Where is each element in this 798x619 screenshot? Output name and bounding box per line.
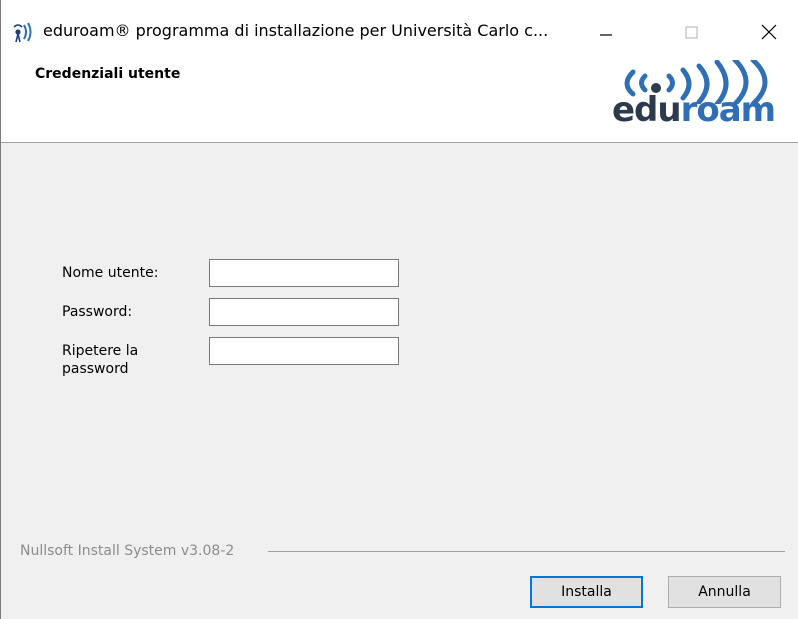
- cancel-button[interactable]: Annulla: [668, 576, 781, 608]
- maximize-icon[interactable]: [673, 10, 719, 52]
- username-field[interactable]: [209, 259, 399, 287]
- repeat-password-field[interactable]: [209, 337, 399, 365]
- installer-window: eduroam® programma di installazione per …: [0, 0, 798, 619]
- username-label: Nome utente:: [62, 265, 159, 281]
- install-button[interactable]: Installa: [530, 576, 643, 608]
- logo-roam: roam: [680, 90, 776, 130]
- repeat-password-label-line2: password: [62, 361, 129, 377]
- installer-brand: Nullsoft Install System v3.08-2: [20, 543, 235, 559]
- password-field[interactable]: [209, 298, 399, 326]
- close-icon[interactable]: [746, 10, 792, 52]
- eduroam-logo-text: eduroam: [612, 90, 776, 130]
- eduroam-logo: eduroam: [611, 60, 791, 132]
- window-title: eduroam® programma di installazione per …: [43, 21, 549, 40]
- minimize-icon[interactable]: [590, 10, 636, 52]
- repeat-password-label-line1: Ripetere la: [62, 343, 139, 359]
- logo-edu: edu: [612, 90, 682, 130]
- page-header: Credenziali utente eduroam: [1, 60, 798, 143]
- password-label: Password:: [62, 304, 133, 320]
- page-title: Credenziali utente: [35, 66, 181, 82]
- repeat-password-label: Ripetere la password: [62, 342, 138, 378]
- eduroam-app-icon: [13, 22, 32, 43]
- title-bar[interactable]: eduroam® programma di installazione per …: [1, 0, 798, 64]
- footer-divider: [268, 551, 785, 552]
